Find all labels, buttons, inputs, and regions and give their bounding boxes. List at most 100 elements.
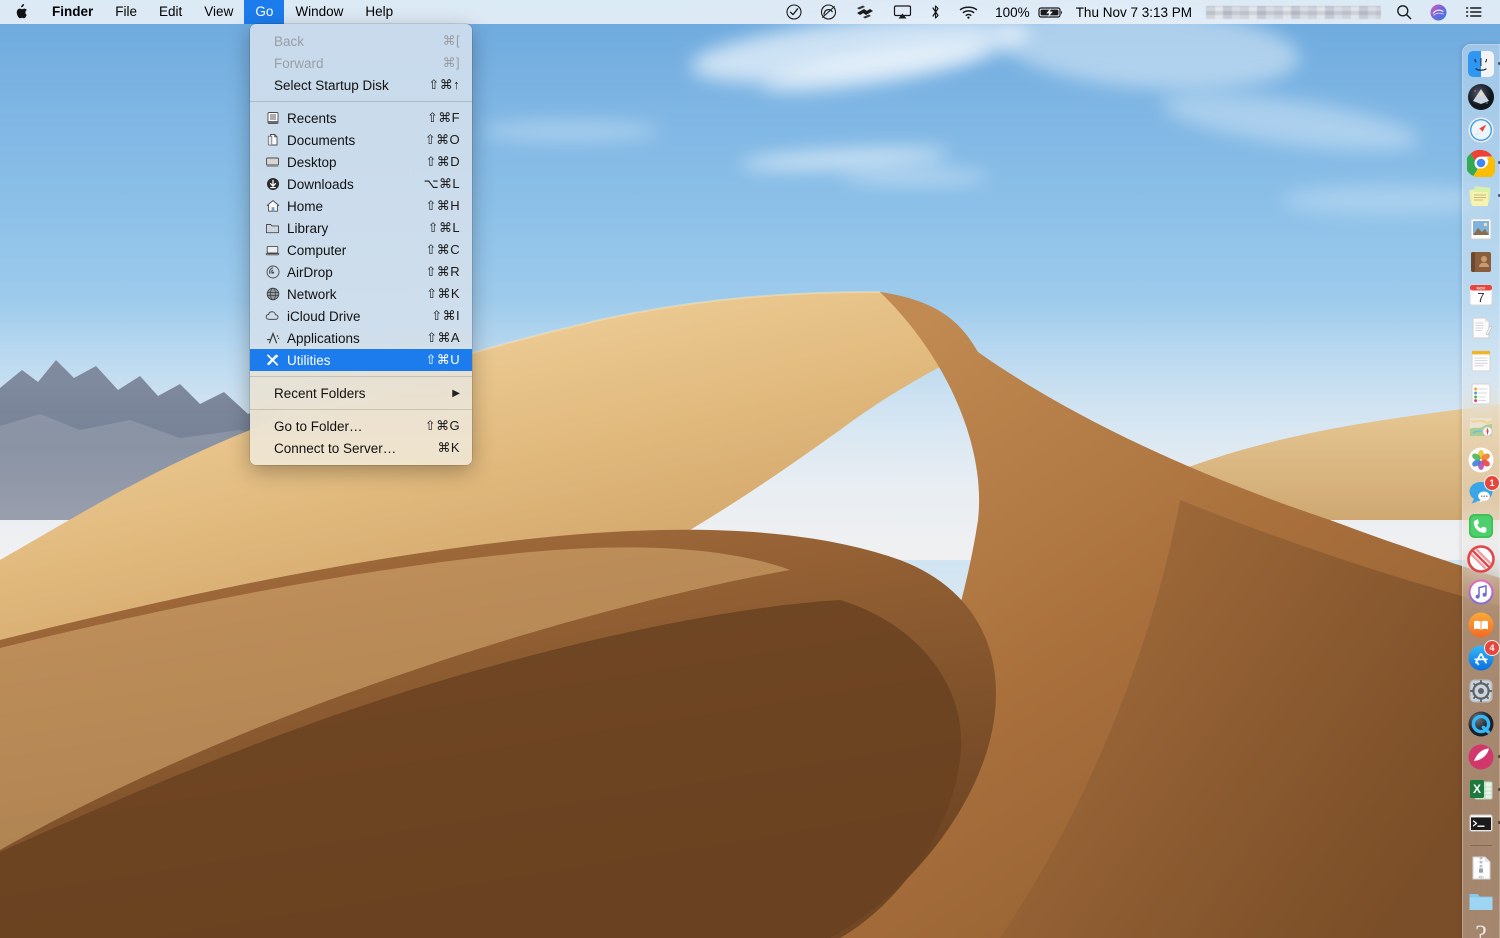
dock-item-launchpad[interactable]	[1466, 82, 1496, 112]
spotlight-search-icon[interactable]	[1387, 0, 1421, 24]
dock-item-finder[interactable]	[1466, 49, 1496, 79]
help-question-icon: ?	[1467, 920, 1495, 938]
dock-item-maps[interactable]	[1466, 412, 1496, 442]
dock-item-zip-archive[interactable]: zip	[1466, 853, 1496, 883]
menu-item-shortcut: ⇧⌘D	[422, 154, 460, 170]
menu-item-select-startup-disk[interactable]: Select Startup Disk ⇧⌘↑	[250, 74, 472, 96]
menu-item-label: Applications	[287, 331, 406, 346]
menu-item-computer[interactable]: Computer ⇧⌘C	[250, 239, 472, 261]
creative-cloud-icon[interactable]	[811, 0, 846, 24]
menu-item-forward: Forward ⌘]	[250, 52, 472, 74]
menu-item-connect-to-server[interactable]: Connect to Server… ⌘K	[250, 437, 472, 459]
menu-separator	[250, 376, 472, 377]
dock-item-textedit[interactable]	[1466, 346, 1496, 376]
menu-item-label: Downloads	[287, 177, 406, 192]
menu-item-label: Home	[287, 199, 406, 214]
dock-item-restricted[interactable]	[1466, 544, 1496, 574]
wallpaper-dunes	[0, 0, 1500, 938]
menu-edit[interactable]: Edit	[148, 0, 193, 24]
menu-item-applications[interactable]: Applications ⇧⌘A	[250, 327, 472, 349]
menu-item-airdrop[interactable]: AirDrop ⇧⌘R	[250, 261, 472, 283]
menu-item-downloads[interactable]: Downloads ⌥⌘L	[250, 173, 472, 195]
microsoft-excel-icon: X	[1467, 776, 1495, 804]
recents-icon	[263, 110, 282, 126]
airplay-icon[interactable]	[884, 0, 921, 24]
wifi-icon[interactable]	[950, 0, 987, 24]
time-machine-icon[interactable]	[777, 0, 811, 24]
dock-item-terminal[interactable]	[1466, 808, 1496, 838]
menu-item-label: Select Startup Disk	[274, 78, 406, 93]
dock[interactable]: NOV 7	[1462, 44, 1500, 938]
terminal-icon	[1467, 809, 1495, 837]
menu-window[interactable]: Window	[284, 0, 354, 24]
battery-charging-icon[interactable]	[1038, 0, 1068, 24]
menu-item-recent-folders[interactable]: Recent Folders ▶	[250, 382, 472, 404]
blocked-app-icon	[1467, 545, 1495, 573]
menu-item-network[interactable]: Network ⇧⌘K	[250, 283, 472, 305]
dock-item-contacts[interactable]	[1466, 247, 1496, 277]
dock-item-app-store[interactable]: 4	[1466, 643, 1496, 673]
dock-item-quicktime[interactable]	[1466, 709, 1496, 739]
menu-item-home[interactable]: Home ⇧⌘H	[250, 195, 472, 217]
dock-item-notes[interactable]	[1466, 313, 1496, 343]
menu-file[interactable]: File	[104, 0, 148, 24]
menu-item-documents[interactable]: Documents ⇧⌘O	[250, 129, 472, 151]
dock-item-facetime[interactable]	[1466, 511, 1496, 541]
downloads-icon	[263, 176, 282, 192]
dropbox-icon[interactable]	[846, 0, 884, 24]
bluetooth-icon[interactable]	[921, 0, 950, 24]
menu-item-shortcut: ⇧⌘C	[422, 242, 460, 258]
menu-item-shortcut: ⇧⌘O	[422, 132, 460, 148]
menu-item-shortcut: ⇧⌘↑	[422, 77, 460, 93]
menu-bar-app-name[interactable]: Finder	[41, 0, 104, 24]
go-menu-dropdown[interactable]: Back ⌘[ Forward ⌘] Select Startup Disk ⇧…	[250, 24, 472, 465]
menu-separator	[250, 409, 472, 410]
launchpad-icon	[1467, 83, 1495, 111]
dock-item-downloads-folder[interactable]	[1466, 886, 1496, 916]
menu-item-label: Computer	[287, 243, 406, 258]
desktop: Finder File Edit View Go Window Help	[0, 0, 1500, 938]
dock-item-preview[interactable]	[1466, 214, 1496, 244]
siri-icon[interactable]	[1421, 0, 1456, 24]
stickies-icon	[1467, 182, 1495, 210]
menu-item-icloud-drive[interactable]: iCloud Drive ⇧⌘I	[250, 305, 472, 327]
dock-item-keynote[interactable]	[1466, 742, 1496, 772]
menu-item-library[interactable]: Library ⇧⌘L	[250, 217, 472, 239]
dock-item-help[interactable]: ?	[1466, 919, 1496, 938]
menu-item-label: Utilities	[287, 353, 406, 368]
battery-percent-label[interactable]: 100%	[987, 5, 1038, 20]
menu-help[interactable]: Help	[354, 0, 404, 24]
keynote-icon	[1467, 743, 1495, 771]
dock-item-calendar[interactable]: NOV 7	[1466, 280, 1496, 310]
menu-item-shortcut: ⇧⌘G	[422, 418, 460, 434]
notes-pencil-icon	[1467, 314, 1495, 342]
menu-item-label: Documents	[287, 133, 406, 148]
safari-icon	[1467, 116, 1495, 144]
menu-bar-clock[interactable]: Thu Nov 7 3:13 PM	[1068, 5, 1200, 20]
dock-item-books[interactable]	[1466, 610, 1496, 640]
dock-item-messages[interactable]: 1	[1466, 478, 1496, 508]
menu-item-desktop[interactable]: Desktop ⇧⌘D	[250, 151, 472, 173]
dock-item-system-preferences[interactable]	[1466, 676, 1496, 706]
textedit-icon	[1467, 347, 1495, 375]
dock-item-safari[interactable]	[1466, 115, 1496, 145]
menu-item-shortcut: ⇧⌘L	[422, 220, 460, 236]
menu-view[interactable]: View	[193, 0, 244, 24]
menu-bar-status-area: 100% Thu Nov 7 3:13 PM	[777, 0, 1500, 24]
dock-item-reminders[interactable]	[1466, 379, 1496, 409]
dock-item-photos[interactable]	[1466, 445, 1496, 475]
contacts-icon	[1467, 248, 1495, 276]
svg-text:zip: zip	[1478, 874, 1484, 879]
menu-item-go-to-folder[interactable]: Go to Folder… ⇧⌘G	[250, 415, 472, 437]
dock-item-microsoft-excel[interactable]: X	[1466, 775, 1496, 805]
menu-go[interactable]: Go	[244, 0, 284, 24]
dock-item-stickies[interactable]	[1466, 181, 1496, 211]
menu-item-utilities[interactable]: Utilities ⇧⌘U	[250, 349, 472, 371]
menu-item-recents[interactable]: Recents ⇧⌘F	[250, 107, 472, 129]
dock-item-itunes[interactable]	[1466, 577, 1496, 607]
notification-center-icon[interactable]	[1456, 0, 1492, 24]
icloud-drive-icon	[263, 308, 282, 324]
dock-item-google-chrome[interactable]	[1466, 148, 1496, 178]
apple-menu-button[interactable]	[0, 0, 41, 24]
svg-text:7: 7	[1477, 290, 1484, 305]
